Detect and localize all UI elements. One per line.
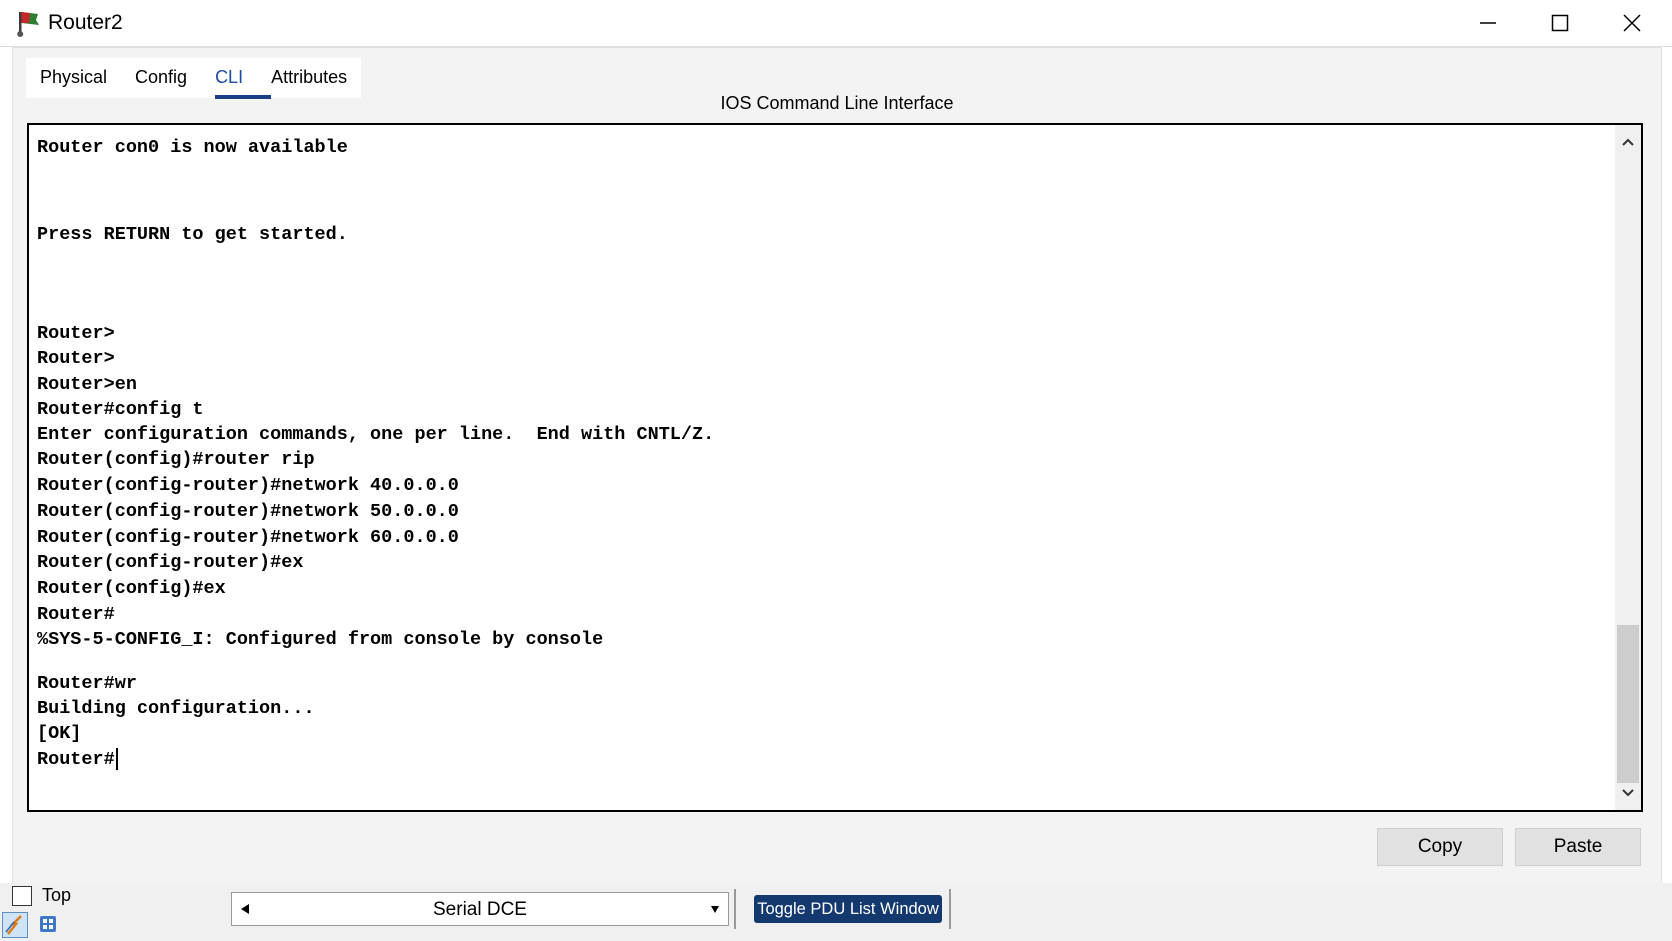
toolbar-divider xyxy=(949,889,951,929)
top-checkbox[interactable] xyxy=(12,886,32,906)
maximize-icon xyxy=(1551,14,1569,32)
terminal-line: Router> xyxy=(37,323,115,344)
terminal-scrollbar[interactable] xyxy=(1615,125,1641,810)
terminal-line: Router(config-router)#network 40.0.0.0 xyxy=(37,475,459,496)
terminal-line: Router(config)#ex xyxy=(37,578,226,599)
close-button[interactable] xyxy=(1596,0,1668,46)
tab-config[interactable]: Config xyxy=(121,58,201,96)
toggle-pdu-list-button[interactable]: Toggle PDU List Window xyxy=(754,895,942,923)
window-title: Router2 xyxy=(48,11,123,34)
close-icon xyxy=(1623,14,1641,32)
terminal-line: %SYS-5-CONFIG_I: Configured from console… xyxy=(37,629,604,650)
cli-heading: IOS Command Line Interface xyxy=(720,93,954,113)
link-type-value: Serial DCE xyxy=(433,899,527,920)
scroll-down-arrow-icon[interactable] xyxy=(1615,780,1641,806)
logical-grid-icon[interactable] xyxy=(38,914,58,934)
terminal-prompt-line: Router# xyxy=(37,747,118,773)
minimize-button[interactable] xyxy=(1452,0,1524,46)
terminal-line: Router>en xyxy=(37,374,137,395)
paste-button[interactable]: Paste xyxy=(1515,828,1641,866)
chevron-down-icon[interactable] xyxy=(710,905,720,914)
router-app-icon xyxy=(17,12,39,37)
text-cursor xyxy=(115,748,118,771)
terminal-line: Router(config-router)#network 60.0.0.0 xyxy=(37,527,459,548)
cli-terminal[interactable]: Router con0 is now available Press RETUR… xyxy=(27,123,1643,812)
terminal-line: Router(config)#router rip xyxy=(37,449,315,470)
terminal-line: Router#config t xyxy=(37,399,204,420)
terminal-line: Router con0 is now available xyxy=(37,137,348,158)
terminal-prompt: Router# xyxy=(37,749,115,770)
link-type-select[interactable]: Serial DCE xyxy=(231,892,729,926)
top-checkbox-label: Top xyxy=(42,885,72,905)
terminal-line: Building configuration... xyxy=(37,698,315,719)
tab-physical[interactable]: Physical xyxy=(26,58,121,96)
tab-bar: Physical Config CLI Attributes xyxy=(26,58,362,99)
tab-attributes[interactable]: Attributes xyxy=(257,58,361,96)
tab-cli[interactable]: CLI xyxy=(201,58,272,99)
terminal-output: Router con0 is now available Press RETUR… xyxy=(37,135,1607,771)
scrollbar-thumb[interactable] xyxy=(1617,625,1639,783)
terminal-line: Router(config-router)#network 50.0.0.0 xyxy=(37,501,459,522)
maximize-button[interactable] xyxy=(1524,0,1596,46)
toolbar-divider xyxy=(734,889,736,929)
bottom-toolbar: Top Serial DCE Toggle PDU List Window xyxy=(0,883,1672,941)
terminal-line: [OK] xyxy=(37,723,82,744)
terminal-line: Enter configuration commands, one per li… xyxy=(37,424,715,445)
title-bar: Router2 xyxy=(0,0,1672,47)
device-panel: Physical Config CLI Attributes IOS Comma… xyxy=(12,47,1662,884)
terminal-line: Router(config-router)#ex xyxy=(37,552,304,573)
scroll-up-arrow-icon[interactable] xyxy=(1615,129,1641,155)
terminal-line: Router> xyxy=(37,348,115,369)
terminal-line: Router# xyxy=(37,604,115,625)
terminal-line: Press RETURN to get started. xyxy=(37,224,348,245)
realtime-mode-icon[interactable] xyxy=(2,912,28,938)
copy-button[interactable]: Copy xyxy=(1377,828,1503,866)
terminal-line: Router#wr xyxy=(37,673,137,694)
minimize-icon xyxy=(1480,22,1496,24)
